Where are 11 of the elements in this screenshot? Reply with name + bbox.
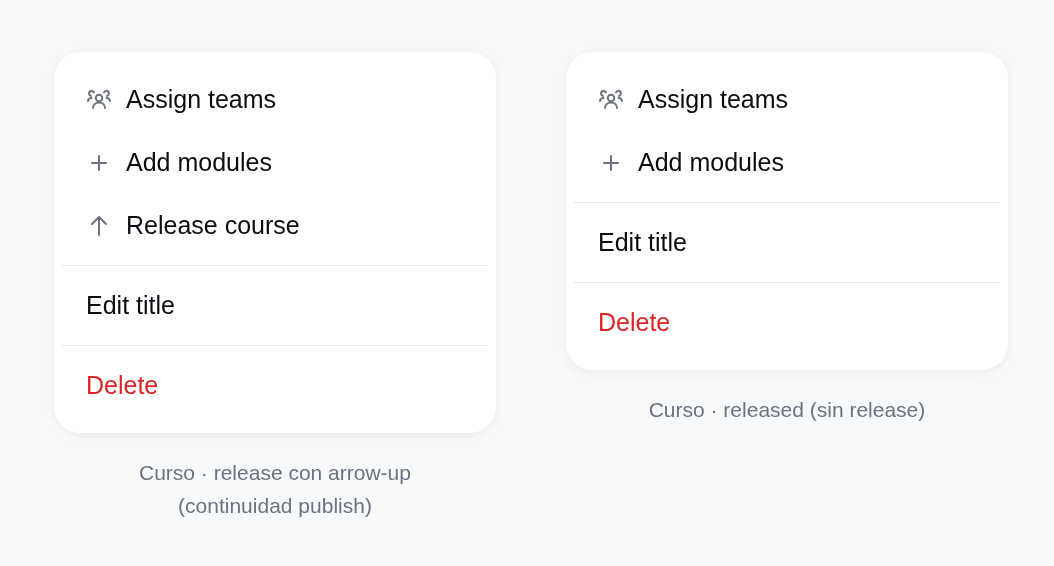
- menu-item[interactable]: Assign teams: [62, 68, 488, 131]
- menu-item[interactable]: Assign teams: [574, 68, 1000, 131]
- menu-item[interactable]: Edit title: [574, 211, 1000, 274]
- caption: Curso · released (sin release): [647, 397, 927, 423]
- caption: Curso · release con arrow-up (continuidad publish): [138, 460, 412, 519]
- menu-item[interactable]: Edit title: [62, 274, 488, 337]
- menu-item[interactable]: Add modules: [62, 131, 488, 194]
- menu-item[interactable]: Release course: [62, 194, 488, 257]
- delete-menu-item[interactable]: Delete: [62, 354, 488, 417]
- menu-item[interactable]: Add modules: [574, 131, 1000, 194]
- delete-menu-item[interactable]: Delete: [574, 291, 1000, 354]
